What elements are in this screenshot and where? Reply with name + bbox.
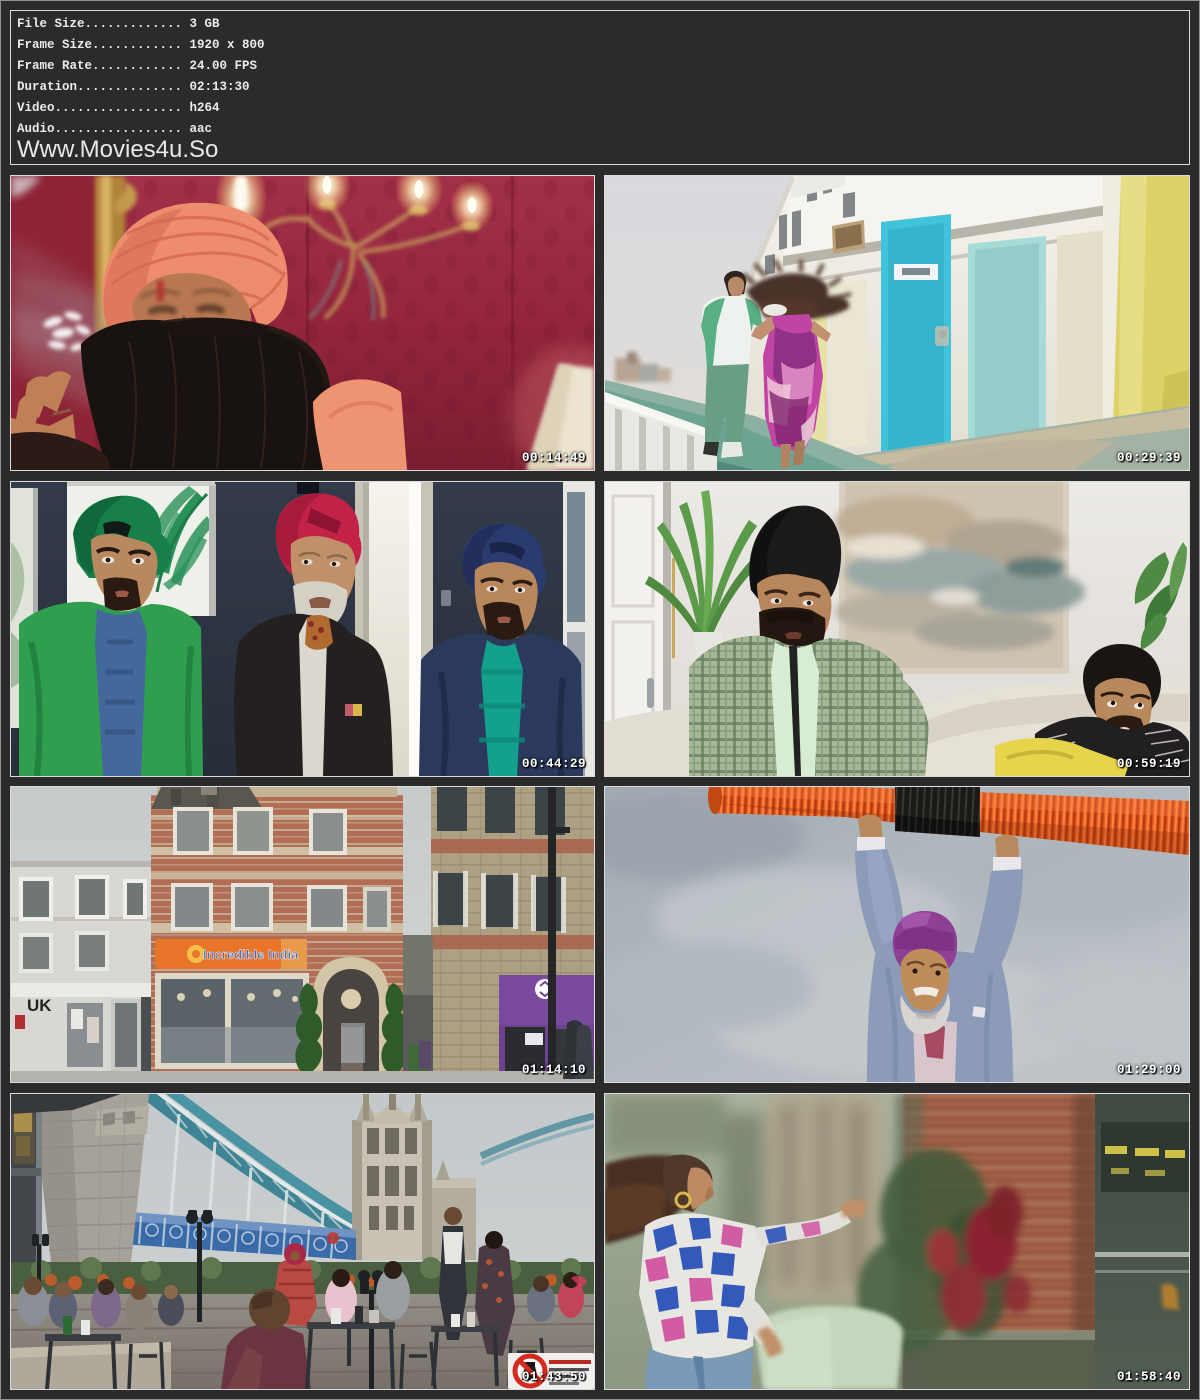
svg-text:Incredible India: Incredible India bbox=[203, 947, 299, 962]
svg-text:UK: UK bbox=[27, 996, 52, 1015]
